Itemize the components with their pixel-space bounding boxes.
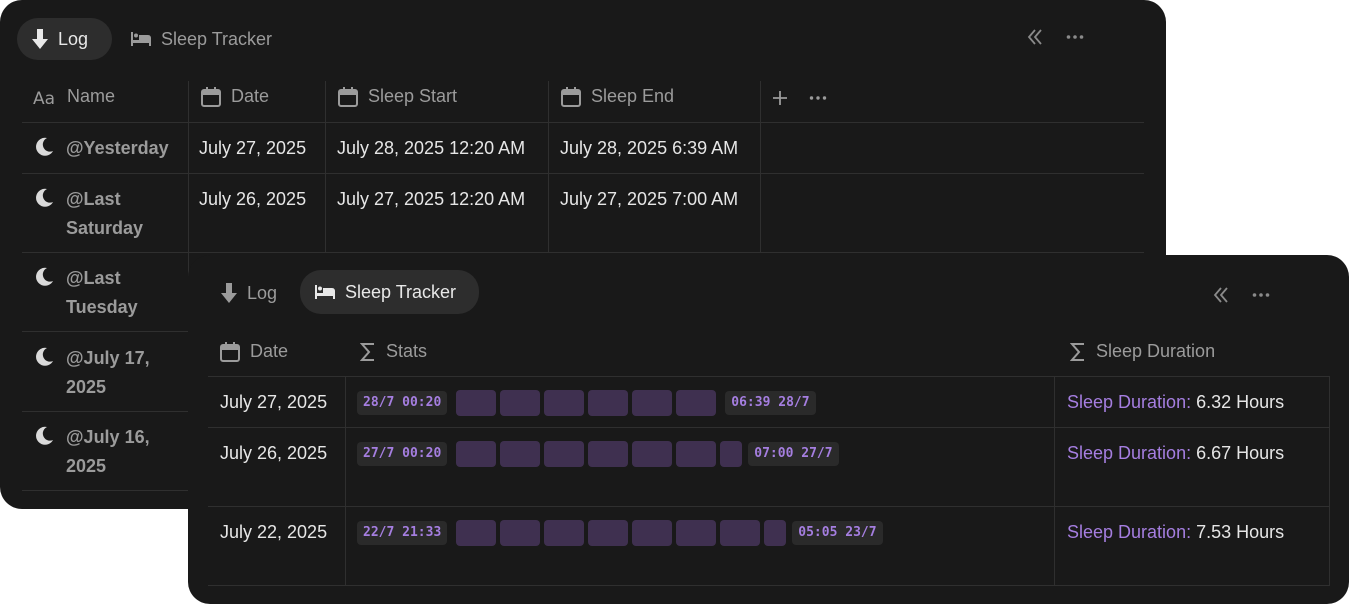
sleep-duration-value: Sleep Duration: 7.53 Hours (1067, 522, 1285, 542)
arrow-down-icon (221, 283, 237, 303)
table-cell-sleep-start[interactable]: July 27, 2025 12:20 AM (337, 185, 525, 213)
text-type-icon: Aa (33, 89, 55, 106)
bed-icon (315, 285, 335, 299)
moon-icon (36, 267, 53, 286)
table-row-name[interactable]: @Last Tuesday (34, 264, 138, 322)
calendar-icon (220, 341, 240, 362)
tab-label: Log (58, 28, 89, 49)
tab-log[interactable]: Log (17, 18, 112, 60)
column-header-stats[interactable]: Stats (360, 341, 427, 362)
tab-sleep-tracker[interactable]: Sleep Tracker (300, 270, 479, 314)
sleep-tracker-window: Log Sleep Tracker Date Stats Sleep Durat… (188, 255, 1349, 604)
sleep-start-pill: 28/7 00:20 (357, 391, 448, 415)
sigma-icon (360, 342, 374, 361)
column-header-date[interactable]: Date (201, 86, 269, 107)
column-header-sleep-end[interactable]: Sleep End (561, 86, 674, 107)
moon-icon (36, 188, 53, 207)
arrow-down-icon (32, 29, 48, 49)
tab-sleep-tracker[interactable]: Sleep Tracker (116, 18, 286, 60)
sleep-duration-value: Sleep Duration: 6.67 Hours (1067, 443, 1285, 463)
tab-label: Log (247, 282, 278, 303)
tab-label: Sleep Tracker (345, 281, 457, 302)
sigma-icon (1070, 342, 1084, 361)
moon-icon (36, 347, 53, 366)
table-cell-date[interactable]: July 26, 2025 (199, 185, 306, 213)
sleep-end-pill: 06:39 28/7 (725, 391, 816, 415)
table-cell-sleep-start[interactable]: July 28, 2025 12:20 AM (337, 134, 525, 162)
column-options-icon[interactable] (809, 89, 827, 112)
sleep-stats-bar: 27/7 00:20 07:00 27/7 (357, 441, 839, 467)
sleep-end-pill: 05:05 23/7 (792, 521, 883, 545)
sleep-end-pill: 07:00 27/7 (748, 442, 839, 466)
table-cell-date[interactable]: July 27, 2025 (199, 134, 306, 162)
tab-log[interactable]: Log (206, 272, 291, 314)
calendar-icon (338, 86, 358, 107)
column-header-name[interactable]: Aa Name (33, 86, 115, 107)
sleep-stats-bar: 28/7 00:20 06:39 28/7 (357, 390, 816, 416)
bed-icon (131, 32, 151, 46)
table-row-name[interactable]: @Yesterday (34, 134, 169, 163)
svg-text:Aa: Aa (33, 89, 55, 106)
sleep-duration-value: Sleep Duration: 6.32 Hours (1067, 392, 1285, 412)
table-row-name[interactable]: @July 16, 2025 (34, 423, 150, 481)
table-row-name[interactable]: @Last Saturday (34, 185, 143, 243)
table-row-name[interactable]: @July 17, 2025 (34, 344, 150, 402)
table-cell-sleep-end[interactable]: July 27, 2025 7:00 AM (560, 185, 738, 213)
sleep-start-pill: 27/7 00:20 (357, 442, 448, 466)
collapse-icon[interactable] (1212, 286, 1230, 310)
moon-icon (36, 426, 53, 445)
table-cell-sleep-end[interactable]: July 28, 2025 6:39 AM (560, 134, 738, 162)
collapse-icon[interactable] (1026, 28, 1044, 52)
table-cell-date[interactable]: July 27, 2025 (220, 388, 327, 416)
table-cell-date[interactable]: July 26, 2025 (220, 439, 327, 467)
tab-label: Sleep Tracker (161, 28, 273, 49)
table-cell-date[interactable]: July 22, 2025 (220, 518, 327, 546)
moon-icon (36, 137, 53, 156)
add-column-icon[interactable] (772, 89, 788, 112)
more-options-icon[interactable] (1252, 286, 1270, 310)
sleep-stats-bar: 22/7 21:33 05:05 23/7 (357, 520, 883, 546)
more-options-icon[interactable] (1066, 28, 1084, 52)
column-header-date[interactable]: Date (220, 341, 288, 362)
calendar-icon (561, 86, 581, 107)
sleep-start-pill: 22/7 21:33 (357, 521, 448, 545)
column-header-sleep-duration[interactable]: Sleep Duration (1070, 341, 1215, 362)
column-header-sleep-start[interactable]: Sleep Start (338, 86, 457, 107)
calendar-icon (201, 86, 221, 107)
